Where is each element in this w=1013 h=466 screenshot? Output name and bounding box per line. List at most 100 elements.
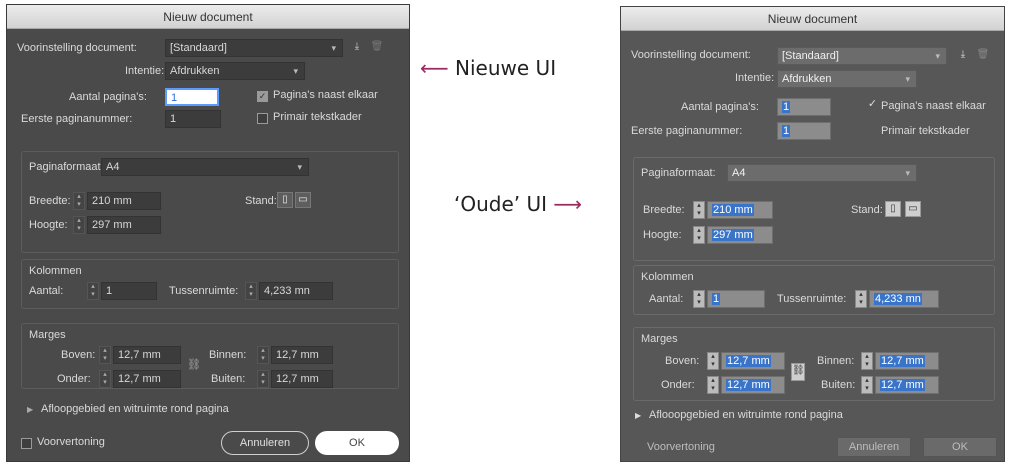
pages-value: 1: [782, 101, 791, 113]
ok-button[interactable]: OK: [315, 431, 399, 455]
chevron-down-icon: ▾: [297, 162, 302, 172]
inside-stepper[interactable]: ▴ ▾: [257, 346, 269, 364]
columns-count-input[interactable]: 1: [707, 290, 765, 308]
dialog-title: Nieuw document: [621, 7, 1004, 31]
trash-icon[interactable]: 🗑: [369, 40, 385, 56]
first-page-input[interactable]: 1: [165, 110, 221, 128]
height-stepper[interactable]: ▴ ▾: [73, 216, 85, 234]
inside-input[interactable]: 12,7 mm: [271, 346, 333, 364]
intent-select[interactable]: Afdrukken ▾: [165, 62, 305, 80]
bleed-label[interactable]: Aflooopgebied en witruimte rond pagina: [649, 409, 843, 421]
gutter-input[interactable]: 4,233 mn: [869, 290, 939, 308]
portrait-icon[interactable]: ▯: [885, 201, 901, 217]
intent-value: Afdrukken: [170, 65, 220, 77]
outside-stepper[interactable]: ▴ ▾: [257, 370, 269, 388]
first-page-label: Eerste paginanummer:: [631, 125, 743, 137]
orientation-label: Stand:: [851, 204, 883, 216]
outside-label: Buiten:: [821, 379, 856, 391]
height-input[interactable]: 297 mm: [707, 226, 773, 244]
height-stepper[interactable]: ▴ ▾: [693, 226, 705, 244]
margins-title: Marges: [29, 329, 66, 341]
page-size-value: A4: [732, 167, 746, 179]
trash-icon[interactable]: 🗑: [975, 48, 991, 64]
height-label: Hoogte:: [29, 219, 68, 231]
preset-select[interactable]: [Standaard] ▾: [165, 39, 343, 57]
portrait-icon[interactable]: ▯: [277, 192, 293, 208]
gutter-value: 4,233 mn: [874, 293, 922, 305]
arrow-right-icon: ⟶: [553, 192, 583, 216]
width-input[interactable]: 210 mm: [87, 192, 161, 210]
inside-stepper[interactable]: ▴ ▾: [861, 352, 873, 370]
pages-input[interactable]: 1: [777, 98, 831, 116]
preset-label: Voorinstelling document:: [631, 49, 751, 61]
preset-value: [Standaard]: [170, 42, 227, 54]
bottom-input[interactable]: 12,7 mm: [721, 376, 785, 394]
columns-count-input[interactable]: 1: [101, 282, 157, 300]
gutter-label: Tussenruimte:: [169, 285, 239, 297]
chain-link-icon[interactable]: ⛓: [791, 363, 805, 381]
gutter-stepper[interactable]: ▴ ▾: [245, 282, 257, 300]
new-ui-label: Nieuwe UI: [455, 56, 557, 80]
bottom-input[interactable]: 12,7 mm: [113, 370, 181, 388]
gutter-stepper[interactable]: ▴ ▾: [855, 290, 867, 308]
bottom-stepper[interactable]: ▴ ▾: [99, 370, 111, 388]
first-page-label: Eerste paginanummer:: [21, 113, 133, 125]
width-stepper[interactable]: ▴ ▾: [693, 201, 705, 219]
old-ui-label: ‘Oude’ UI: [454, 192, 548, 216]
landscape-icon[interactable]: ▭: [295, 192, 311, 208]
width-stepper[interactable]: ▴ ▾: [73, 192, 85, 210]
landscape-icon[interactable]: ▭: [905, 201, 921, 217]
intent-value: Afdrukken: [782, 73, 832, 85]
inside-value: 12,7 mm: [880, 355, 925, 367]
intent-select[interactable]: Afdrukken ▾: [777, 70, 917, 88]
columns-count-label: Aantal:: [649, 293, 684, 305]
height-input[interactable]: 297 mm: [87, 216, 161, 234]
chain-link-icon[interactable]: ⛓: [187, 358, 201, 371]
arrow-left-icon: ⟵: [420, 56, 449, 80]
disclosure-triangle-icon[interactable]: ▶: [635, 411, 641, 420]
primary-frame-checkbox[interactable]: [257, 113, 268, 124]
gutter-input[interactable]: 4,233 mn: [259, 282, 333, 300]
top-stepper[interactable]: ▴ ▾: [707, 352, 719, 370]
inside-input[interactable]: 12,7 mm: [875, 352, 939, 370]
outside-value: 12,7 mm: [880, 379, 925, 391]
outside-input[interactable]: 12,7 mm: [875, 376, 939, 394]
cancel-button[interactable]: Annuleren: [837, 437, 911, 457]
top-stepper[interactable]: ▴ ▾: [99, 346, 111, 364]
columns-stepper[interactable]: ▴ ▾: [87, 282, 99, 300]
save-preset-icon[interactable]: ⤓: [349, 40, 365, 56]
preview-checkbox[interactable]: [21, 438, 32, 449]
intent-label: Intentie:: [735, 72, 775, 84]
primary-frame-checkbox[interactable]: [867, 125, 878, 136]
page-size-select[interactable]: A4 ▾: [101, 158, 309, 176]
top-input[interactable]: 12,7 mm: [113, 346, 181, 364]
orientation-label: Stand:: [245, 195, 277, 207]
preview-checkbox[interactable]: [633, 443, 644, 454]
preview-label: Voorvertoning: [37, 436, 105, 448]
intent-label: Intentie:: [125, 65, 165, 77]
facing-pages-checkbox[interactable]: ✓: [257, 91, 268, 102]
bleed-label[interactable]: Afloopgebied en witruimte rond pagina: [41, 403, 229, 415]
outside-input[interactable]: 12,7 mm: [271, 370, 333, 388]
bottom-label: Onder:: [57, 373, 91, 385]
primary-frame-label: Primair tekstkader: [881, 125, 970, 137]
pages-input[interactable]: 1: [165, 88, 219, 106]
bottom-stepper[interactable]: ▴ ▾: [707, 376, 719, 394]
cancel-button[interactable]: Annuleren: [221, 431, 309, 455]
outside-stepper[interactable]: ▴ ▾: [861, 376, 873, 394]
bottom-value: 12,7 mm: [726, 379, 771, 391]
ok-button[interactable]: OK: [923, 437, 997, 457]
preset-select[interactable]: [Standaard] ▾: [777, 47, 947, 65]
save-preset-icon[interactable]: ⤓: [955, 48, 971, 64]
columns-count-label: Aantal:: [29, 285, 64, 297]
columns-title: Kolommen: [641, 271, 694, 283]
first-page-input[interactable]: 1: [777, 122, 831, 140]
width-input[interactable]: 210 mm: [707, 201, 773, 219]
first-page-value: 1: [782, 125, 791, 137]
disclosure-triangle-icon[interactable]: ▶: [27, 405, 33, 414]
facing-pages-checkbox[interactable]: ✓: [867, 99, 878, 111]
columns-stepper[interactable]: ▴ ▾: [693, 290, 705, 308]
top-input[interactable]: 12,7 mm: [721, 352, 785, 370]
columns-count-value: 1: [712, 293, 721, 305]
page-size-select[interactable]: A4 ▾: [727, 164, 917, 182]
